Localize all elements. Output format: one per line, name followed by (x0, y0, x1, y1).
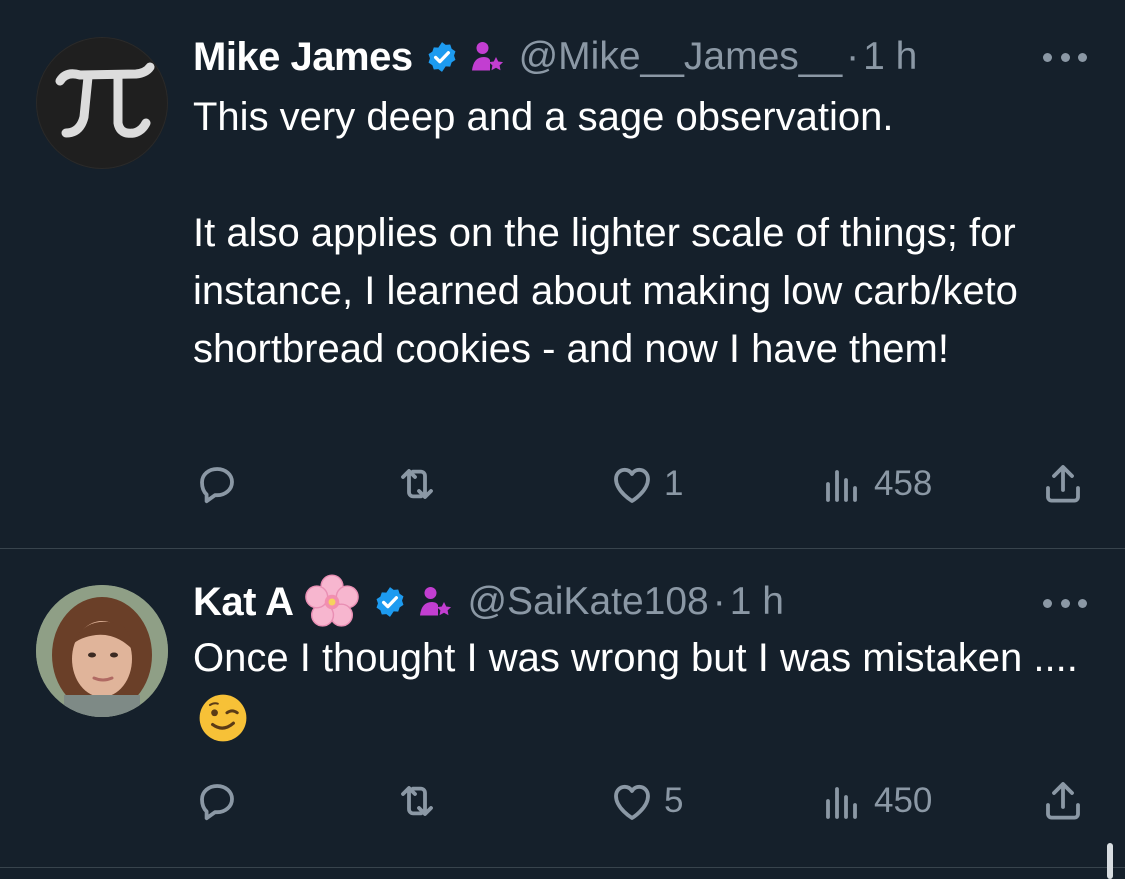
heart-icon (614, 467, 650, 503)
views-button[interactable]: 450 (818, 776, 932, 826)
like-count: 5 (664, 781, 684, 820)
separator-dot: · (712, 580, 726, 623)
share-icon (1046, 465, 1080, 503)
like-count: 1 (664, 464, 684, 503)
tweet-actions: 5 450 (193, 776, 1093, 826)
reply-icon (200, 784, 234, 821)
views-icon (826, 470, 857, 502)
tweet-text: This very deep and a sage observation. I… (193, 95, 1018, 371)
views-button[interactable]: 458 (818, 459, 932, 509)
display-name[interactable]: Kat A (193, 580, 294, 625)
more-options-icon[interactable] (1043, 51, 1087, 63)
verified-badge-icon[interactable] (425, 40, 459, 74)
separator-dot: · (846, 35, 860, 78)
tweet-text-container: Once I thought I was wrong but I was mis… (193, 629, 1093, 745)
affiliate-person-star-icon[interactable] (469, 39, 505, 75)
tweet-header: Kat A @SaiKate108 · 1 h (193, 574, 784, 627)
tweet-actions: 1 458 (193, 459, 1093, 509)
tweet-text: Once I thought I was wrong but I was mis… (193, 636, 1078, 680)
display-name[interactable]: Mike James (193, 35, 413, 80)
profile-photo (36, 585, 168, 717)
retweet-icon (401, 469, 433, 499)
winking-face-emoji (199, 695, 247, 742)
affiliate-person-star-icon[interactable] (417, 584, 453, 620)
user-handle[interactable]: @SaiKate108 (467, 580, 708, 624)
pi-avatar-image (36, 37, 168, 169)
verified-badge-icon[interactable] (373, 585, 407, 619)
reply-icon (200, 467, 234, 504)
reply-button[interactable] (193, 459, 241, 509)
retweet-icon (401, 786, 433, 816)
timestamp[interactable]: 1 h (863, 35, 917, 79)
user-handle[interactable]: @Mike__James__ (519, 35, 843, 79)
share-button[interactable] (1039, 459, 1087, 509)
avatar[interactable] (36, 585, 168, 717)
tweet-header: Mike James @Mike__James__ · 1 h (193, 32, 917, 82)
retweet-button[interactable] (393, 459, 441, 509)
retweet-button[interactable] (393, 776, 441, 826)
tweet[interactable]: Kat A @SaiKate108 · 1 h Once I thought I (0, 549, 1125, 868)
reply-button[interactable] (193, 776, 241, 826)
heart-icon (614, 784, 650, 820)
views-icon (826, 787, 857, 819)
like-button[interactable]: 5 (608, 776, 683, 826)
share-button[interactable] (1039, 776, 1087, 826)
like-button[interactable]: 1 (608, 459, 683, 509)
tweet[interactable]: Mike James @Mike__James__ · 1 h This ver… (0, 0, 1125, 549)
view-count: 450 (874, 781, 933, 820)
timestamp[interactable]: 1 h (730, 580, 784, 624)
share-icon (1046, 782, 1080, 820)
cherry-blossom-emoji (305, 574, 360, 627)
view-count: 458 (874, 464, 933, 503)
avatar[interactable] (36, 37, 168, 169)
scrollbar[interactable] (1107, 843, 1113, 879)
more-options-icon[interactable] (1043, 597, 1087, 609)
